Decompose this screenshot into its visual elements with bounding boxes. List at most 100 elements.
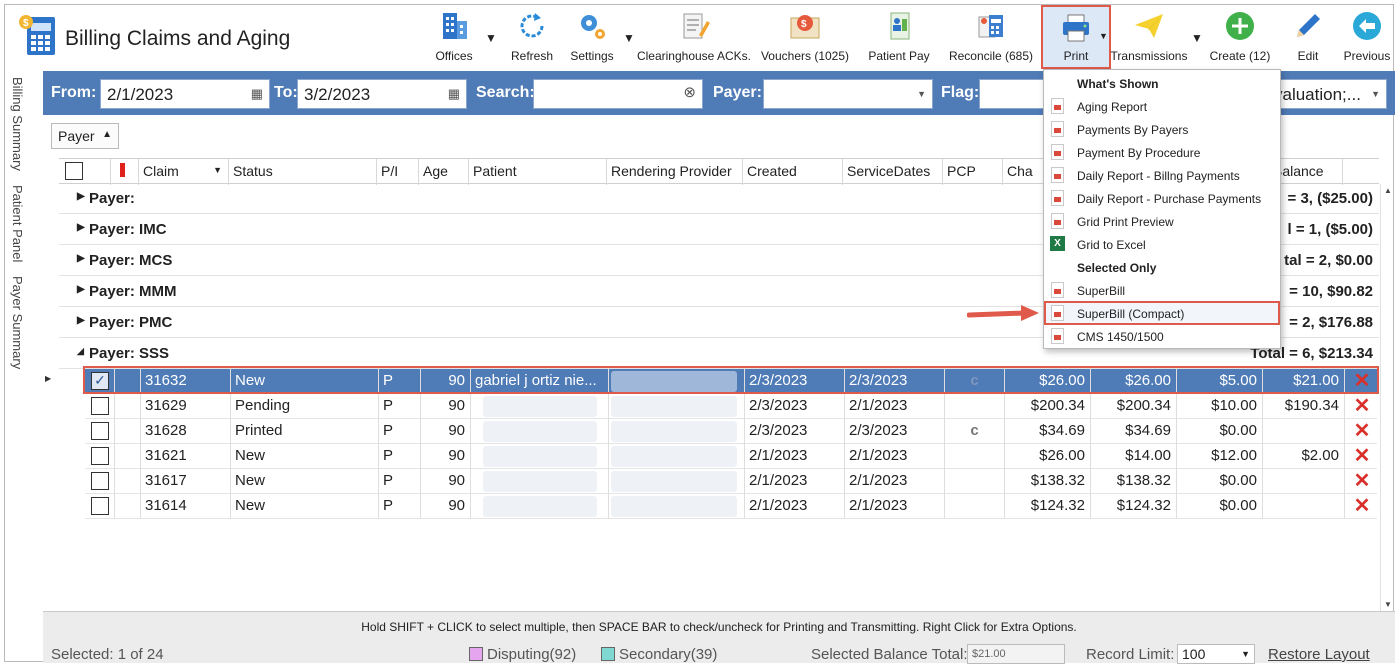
edit-button[interactable]: Edit <box>1285 9 1331 67</box>
row-balance <box>1263 419 1345 444</box>
record-limit-label: Record Limit: <box>1086 646 1175 663</box>
col-pcp[interactable]: PCP <box>943 159 1003 185</box>
gear-icon <box>581 15 605 39</box>
refresh-button[interactable]: Refresh <box>509 9 555 67</box>
claim-row[interactable]: 31628 Printed P 90 2/3/2023 2/3/2023 c $34.69 $3… <box>85 419 1377 444</box>
flag-column-header[interactable] <box>111 159 139 185</box>
col-age[interactable]: Age <box>419 159 469 185</box>
col-service-label: ServiceDates <box>847 163 931 179</box>
restore-layout-link[interactable]: Restore Layout <box>1268 646 1370 663</box>
row-status: Printed <box>231 419 379 444</box>
row-flag[interactable] <box>115 444 141 469</box>
secondary-legend[interactable]: Secondary(39) <box>601 646 717 663</box>
menu-item-daily-report-billing[interactable]: Daily Report - Billng Payments <box>1044 164 1280 187</box>
sort-up-icon: ▲ <box>102 129 112 140</box>
print-dropdown-icon[interactable]: ▼ <box>1099 31 1108 41</box>
calendar-icon[interactable]: ▦ <box>251 86 263 102</box>
delete-icon[interactable]: ✕ <box>1345 494 1379 519</box>
settings-dropdown-icon[interactable]: ▼ <box>623 31 635 45</box>
group-by-payer-chip[interactable]: Payer ▲ <box>51 123 119 149</box>
calendar-icon[interactable]: ▦ <box>448 86 460 102</box>
row-checkbox[interactable] <box>87 444 115 469</box>
create-button[interactable]: Create (12) <box>1205 9 1275 67</box>
col-claim[interactable]: Claim ▼ <box>139 159 229 185</box>
disputing-legend[interactable]: Disputing(92) <box>469 646 576 663</box>
status-hint: Hold SHIFT + CLICK to select multiple, t… <box>361 620 1077 634</box>
menu-item-superbill[interactable]: SuperBill <box>1044 279 1280 302</box>
select-all-checkbox[interactable] <box>59 159 111 185</box>
col-patient[interactable]: Patient <box>469 159 607 185</box>
offices-button[interactable]: Offices <box>429 9 479 67</box>
row-flag[interactable] <box>115 419 141 444</box>
menu-item-grid-to-excel[interactable]: X Grid to Excel <box>1044 233 1280 256</box>
vouchers-button[interactable]: $ Vouchers (1025) <box>759 9 851 67</box>
menu-item-grid-print-preview[interactable]: Grid Print Preview <box>1044 210 1280 233</box>
row-pcp <box>945 469 1005 494</box>
payer-select[interactable]: ▼ <box>763 79 933 109</box>
transmissions-dropdown-icon[interactable]: ▼ <box>1191 31 1203 45</box>
clearinghouse-button[interactable]: Clearinghouse ACKs. <box>635 9 753 67</box>
row-age: 90 <box>421 419 471 444</box>
clear-search-icon[interactable]: ⊗ <box>683 83 696 101</box>
row-col2: $14.00 <box>1091 444 1177 469</box>
menu-item-superbill-compact[interactable]: SuperBill (Compact) <box>1044 301 1280 325</box>
search-input[interactable]: ⊗ <box>533 79 703 109</box>
to-date-field[interactable]: 3/2/2023 ▦ <box>297 79 467 109</box>
row-flag[interactable] <box>115 494 141 519</box>
pdf-icon <box>1051 282 1064 298</box>
tab-payer-summary[interactable]: Payer Summary <box>10 276 25 369</box>
unchecked-checkbox-icon <box>91 497 109 516</box>
patient-card-icon <box>890 12 910 40</box>
offices-dropdown-icon[interactable]: ▼ <box>485 31 497 45</box>
row-pi: P <box>379 394 421 419</box>
col-service-dates[interactable]: ServiceDates <box>843 159 943 185</box>
reconcile-button[interactable]: Reconcile (685) <box>947 9 1035 67</box>
vertical-scrollbar[interactable]: ▲ ▼ <box>1380 184 1394 611</box>
record-limit-value: 100 <box>1182 646 1206 662</box>
record-limit-select[interactable]: 100 ▼ <box>1177 644 1255 664</box>
row-col3: $0.00 <box>1177 469 1263 494</box>
col-rendering-provider[interactable]: Rendering Provider <box>607 159 743 185</box>
delete-icon[interactable]: ✕ <box>1345 444 1379 469</box>
row-flag[interactable] <box>115 394 141 419</box>
menu-item-payments-by-payers[interactable]: Payments By Payers <box>1044 118 1280 141</box>
row-pcp <box>945 494 1005 519</box>
menu-item-daily-report-purchase[interactable]: Daily Report - Purchase Payments <box>1044 187 1280 210</box>
row-checkbox[interactable] <box>87 494 115 519</box>
claim-row[interactable]: 31614 New P 90 2/1/2023 2/1/2023 $124.32 $124.3… <box>85 494 1377 519</box>
col-charges-label: Cha <box>1007 163 1033 179</box>
claim-row[interactable]: 31621 New P 90 2/1/2023 2/1/2023 $26.00 $14.00 $… <box>85 444 1377 469</box>
patient-pay-button[interactable]: Patient Pay <box>863 9 935 67</box>
redacted-block <box>611 396 737 417</box>
tab-billing-summary[interactable]: Billing Summary <box>10 77 25 171</box>
col-pi[interactable]: P/I <box>377 159 419 185</box>
from-date-field[interactable]: 2/1/2023 ▦ <box>100 79 270 109</box>
menu-item-cms-1450-1500[interactable]: CMS 1450/1500 <box>1044 325 1280 348</box>
selected-row-highlight <box>83 366 1379 394</box>
delete-icon[interactable]: ✕ <box>1345 419 1379 444</box>
claim-row[interactable]: 31629 Pending P 90 2/3/2023 2/1/2023 $200.34 $2… <box>85 394 1377 419</box>
menu-item-aging-report[interactable]: Aging Report <box>1044 95 1280 118</box>
previous-button[interactable]: Previous <box>1341 9 1393 67</box>
scroll-down-icon[interactable]: ▼ <box>1384 600 1392 609</box>
delete-icon[interactable]: ✕ <box>1345 394 1379 419</box>
scroll-up-icon[interactable]: ▲ <box>1384 186 1392 195</box>
transmissions-button[interactable]: Transmissions <box>1109 9 1189 67</box>
col-status[interactable]: Status <box>229 159 377 185</box>
settings-button[interactable]: Settings <box>567 9 617 67</box>
row-checkbox[interactable] <box>87 394 115 419</box>
delete-icon[interactable]: ✕ <box>1345 469 1379 494</box>
row-checkbox[interactable] <box>87 469 115 494</box>
menu-section-whats-shown: What's Shown <box>1044 72 1280 95</box>
row-col3: $0.00 <box>1177 494 1263 519</box>
row-checkbox[interactable] <box>87 419 115 444</box>
col-created[interactable]: Created <box>743 159 843 185</box>
pdf-icon <box>1051 98 1064 114</box>
tab-patient-panel[interactable]: Patient Panel <box>10 185 25 262</box>
print-button[interactable]: Print ▼ <box>1041 5 1111 69</box>
building-icon <box>443 13 467 39</box>
row-pcp: c <box>945 419 1005 444</box>
menu-item-payment-by-procedure[interactable]: Payment By Procedure <box>1044 141 1280 164</box>
claim-row[interactable]: 31617 New P 90 2/1/2023 2/1/2023 $138.32 $138.3… <box>85 469 1377 494</box>
row-flag[interactable] <box>115 469 141 494</box>
